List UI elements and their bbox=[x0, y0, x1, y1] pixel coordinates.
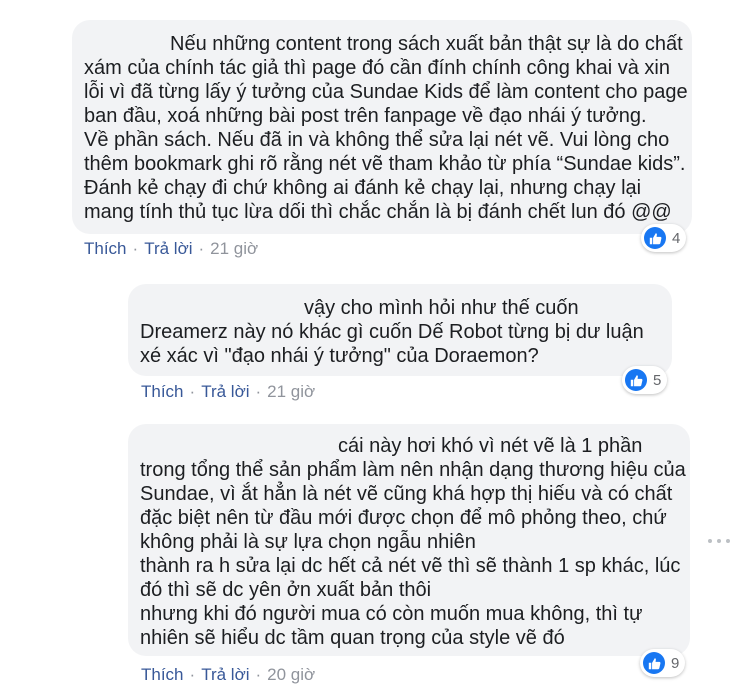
comment-text-line: đặc biệt nên từ đầu mới được chọn để mô … bbox=[140, 507, 667, 529]
separator-dot: · bbox=[132, 239, 139, 258]
like-link[interactable]: Thích bbox=[84, 239, 127, 258]
comment-bubble: cái này hơi khó vì nét vẽ là 1 phần tron… bbox=[128, 424, 690, 656]
reply-link[interactable]: Trả lời bbox=[144, 239, 192, 258]
separator-dot: · bbox=[189, 382, 196, 401]
comment-text-line: Dreamerz này nó khác gì cuốn Dế Robot từ… bbox=[140, 321, 644, 343]
comment-actions: Thích · Trả lời · 21 giờ bbox=[141, 382, 315, 402]
reply-link[interactable]: Trả lời bbox=[201, 382, 249, 401]
comment-text-line: Về phần sách. Nếu đã in và không thể sửa… bbox=[84, 129, 670, 151]
like-link[interactable]: Thích bbox=[141, 382, 184, 401]
comment-text-line: thêm bookmark ghi rõ rằng nét vẽ tham kh… bbox=[84, 153, 686, 175]
comment-timestamp[interactable]: 21 giờ bbox=[267, 382, 315, 401]
comment-text-line: Đánh kẻ chạy đi chứ không ai đánh kẻ chạ… bbox=[84, 177, 642, 199]
reply-link[interactable]: Trả lời bbox=[201, 665, 249, 684]
comment-text-line: nhiên sẽ hiểu dc tầm quan trọng của styl… bbox=[140, 627, 565, 649]
comment-text-line: thành ra h sửa lại dc hết cả nét vẽ thì … bbox=[140, 555, 681, 577]
reaction-count: 9 bbox=[671, 654, 680, 672]
reaction-count: 5 bbox=[653, 371, 662, 389]
comment-text-line: trong tổng thể sản phẩm làm nên nhận dạn… bbox=[140, 459, 686, 481]
comment-text-line: Sundae, vì ắt hẳn là nét vẽ cũng khá hợp… bbox=[140, 483, 673, 505]
comment-text-line: không phải là sự lựa chọn ngẫu nhiên bbox=[140, 531, 476, 553]
comment-timestamp[interactable]: 21 giờ bbox=[210, 239, 258, 258]
comment-text-line: xám của chính tác giả thì page đó cần đí… bbox=[84, 57, 670, 79]
thumbs-up-icon bbox=[625, 369, 647, 391]
comment-actions: Thích · Trả lời · 21 giờ bbox=[84, 239, 258, 259]
separator-dot: · bbox=[189, 665, 196, 684]
reaction-count: 4 bbox=[672, 229, 681, 247]
more-options-icon[interactable] bbox=[708, 536, 730, 546]
comment-text-line: lỗi vì đã từng lấy ý tưởng của Sundae Ki… bbox=[84, 81, 688, 103]
reaction-badge[interactable]: 9 bbox=[640, 649, 686, 677]
reaction-badge[interactable]: 5 bbox=[622, 366, 668, 394]
like-link[interactable]: Thích bbox=[141, 665, 184, 684]
comment-text-line: đó thì sẽ dc yên ởn xuất bản thôi bbox=[140, 579, 432, 601]
comment-actions: Thích · Trả lời · 20 giờ bbox=[141, 665, 315, 685]
comment-bubble: Nếu những content trong sách xuất bản th… bbox=[72, 20, 692, 234]
comment-text-line: xé xác vì "đạo nhái ý tưởng" của Doraemo… bbox=[140, 345, 539, 367]
reaction-badge[interactable]: 4 bbox=[641, 224, 687, 252]
comment-text-line: cái này hơi khó vì nét vẽ là 1 phần bbox=[338, 435, 643, 457]
separator-dot: · bbox=[255, 382, 262, 401]
comment-bubble: vậy cho mình hỏi như thế cuốn Dreamerz n… bbox=[128, 284, 672, 376]
separator-dot: · bbox=[255, 665, 262, 684]
thumbs-up-icon bbox=[644, 227, 666, 249]
comment-text-line: nhưng khi đó người mua có còn muốn mua k… bbox=[140, 603, 643, 625]
comment-text-line: mang tính thủ tục lừa dối thì chắc chắn … bbox=[84, 201, 672, 223]
comment-timestamp[interactable]: 20 giờ bbox=[267, 665, 315, 684]
comment-text-line: Nếu những content trong sách xuất bản th… bbox=[170, 33, 683, 55]
comment-text-line: ban đầu, xoá những bài post trên fanpage… bbox=[84, 105, 647, 127]
separator-dot: · bbox=[198, 239, 205, 258]
comment-text-line: vậy cho mình hỏi như thế cuốn bbox=[304, 297, 579, 319]
thumbs-up-icon bbox=[643, 652, 665, 674]
